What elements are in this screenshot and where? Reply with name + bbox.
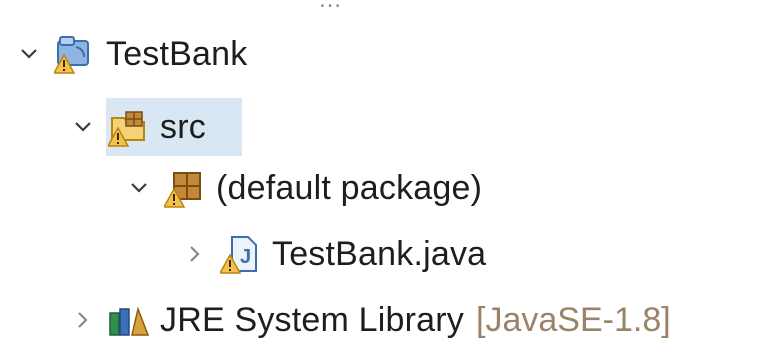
- java-file-warning-icon: J: [220, 233, 262, 275]
- package-warning-icon: [164, 167, 206, 209]
- chevron-right-icon[interactable]: [180, 239, 210, 269]
- chevron-down-icon[interactable]: [14, 39, 44, 69]
- tree-item-src[interactable]: src: [68, 99, 206, 155]
- tree-item-label: (default package): [216, 169, 483, 207]
- tree-item-label: src: [160, 108, 206, 146]
- svg-text:J: J: [240, 246, 251, 268]
- jre-version-decoration: [JavaSE-1.8]: [476, 301, 671, 339]
- java-project-warning-icon: [54, 33, 96, 75]
- tree-item-default-package[interactable]: (default package): [124, 160, 482, 216]
- tree-item-jre-system-library[interactable]: JRE System Library [JavaSE-1.8]: [68, 292, 671, 348]
- chevron-down-icon[interactable]: [68, 112, 98, 142]
- library-icon: [108, 299, 150, 341]
- clipped-text-top: …: [318, 0, 342, 14]
- package-explorer-tree: … TestBank: [0, 0, 760, 339]
- chevron-down-icon[interactable]: [124, 173, 154, 203]
- tree-item-testbank-java[interactable]: J TestBank.java: [180, 226, 486, 282]
- tree-item-label: TestBank.java: [272, 235, 487, 273]
- chevron-right-icon[interactable]: [68, 305, 98, 335]
- source-folder-warning-icon: [108, 106, 150, 148]
- tree-item-testbank[interactable]: TestBank: [14, 26, 247, 82]
- tree-item-label: TestBank: [106, 35, 248, 73]
- tree-item-label: JRE System Library: [160, 301, 465, 339]
